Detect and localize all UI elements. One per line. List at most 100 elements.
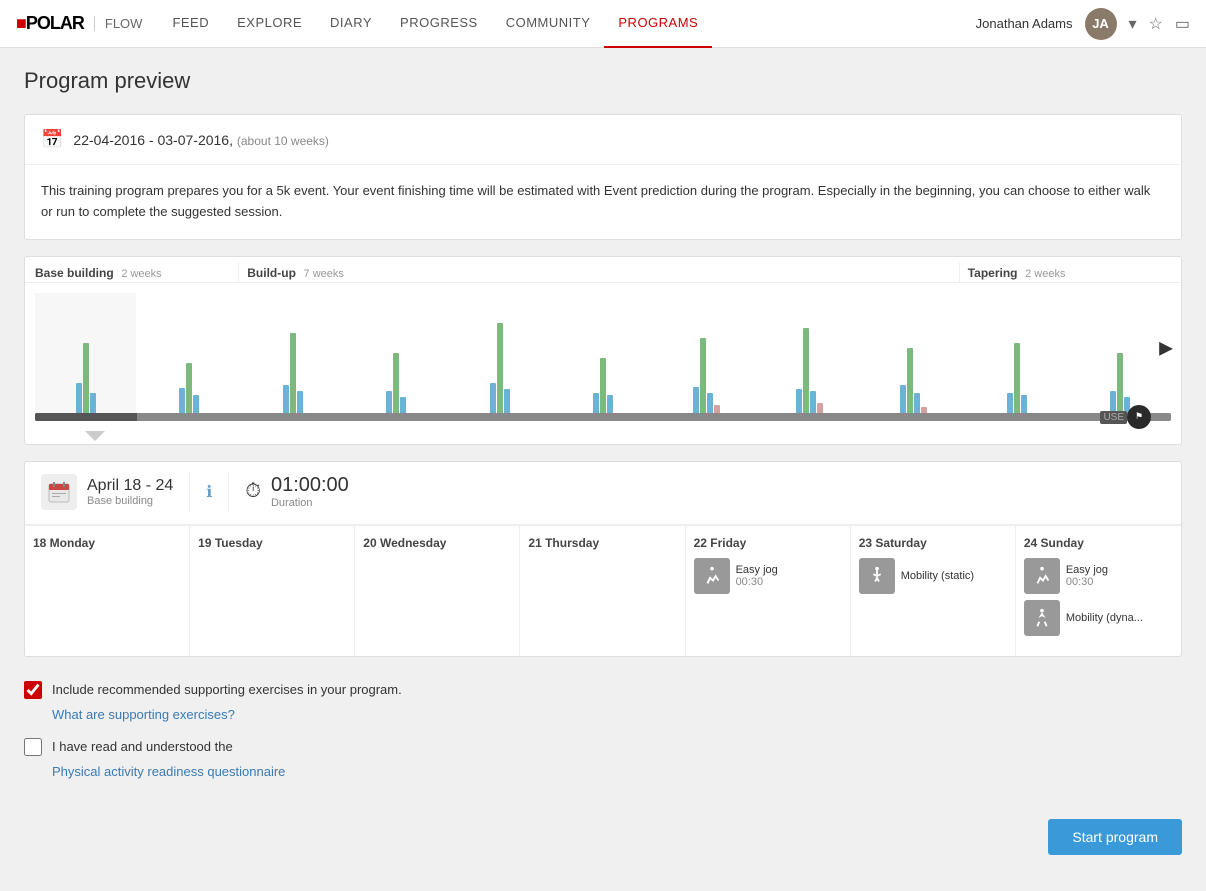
week-info: April 18 - 24 Base building xyxy=(87,477,173,507)
day-wednesday-header: 20 Wednesday xyxy=(363,536,511,550)
supporting-exercises-link-wrapper: What are supporting exercises? xyxy=(24,707,1182,722)
nav-item-community[interactable]: COMMUNITY xyxy=(492,0,605,48)
page-title: Program preview xyxy=(24,68,1182,94)
chart-card: Base building 2 weeks Build-up 7 weeks T… xyxy=(24,256,1182,445)
chart-week-5[interactable] xyxy=(449,293,550,413)
phase-tapering: Tapering 2 weeks xyxy=(959,263,1171,282)
flow-label: FLOW xyxy=(94,16,143,31)
chart-bars-area: ▶ xyxy=(25,283,1181,413)
day-sunday-header: 24 Sunday xyxy=(1024,536,1173,550)
phase-labels: Base building 2 weeks Build-up 7 weeks T… xyxy=(25,257,1181,283)
running-icon xyxy=(701,565,723,587)
dropdown-icon[interactable]: ▾ xyxy=(1129,14,1137,34)
chart-week-3[interactable] xyxy=(242,293,343,413)
nav-item-explore[interactable]: EXPLORE xyxy=(223,0,316,48)
sunday-activity-2-info: Mobility (dyna... xyxy=(1066,612,1143,624)
duration-section: ⏱ 01:00:00 Duration xyxy=(245,474,348,509)
week-divider-2 xyxy=(228,472,229,512)
timeline-wrapper: ⚑ USE xyxy=(25,413,1181,429)
phase-base-name: Base building xyxy=(35,266,114,280)
nav-right: Jonathan Adams JA ▾ ☆ ▭ xyxy=(976,8,1190,40)
supporting-exercises-link[interactable]: What are supporting exercises? xyxy=(52,707,235,722)
bar-blue-2 xyxy=(90,393,96,413)
brand: ■POLAR FLOW xyxy=(16,13,142,34)
running-icon-2 xyxy=(1031,565,1053,587)
user-name: Jonathan Adams xyxy=(976,16,1073,31)
nav-item-diary[interactable]: DIARY xyxy=(316,0,386,48)
chart-week-4[interactable] xyxy=(345,293,446,413)
chart-week-6[interactable] xyxy=(552,293,653,413)
stopwatch-icon: ⏱ xyxy=(245,480,261,503)
info-icon[interactable]: ℹ xyxy=(206,482,212,502)
friday-activity-1[interactable]: Easy jog 00:30 xyxy=(694,558,842,594)
saturday-activity-1-info: Mobility (static) xyxy=(901,570,974,582)
supporting-exercises-checkbox[interactable] xyxy=(24,681,42,699)
day-thursday: 21 Thursday xyxy=(520,526,685,656)
supporting-exercises-label: Include recommended supporting exercises… xyxy=(52,682,402,697)
start-program-button[interactable]: Start program xyxy=(1048,819,1182,855)
day-thursday-header: 21 Thursday xyxy=(528,536,676,550)
bottom-section: Include recommended supporting exercises… xyxy=(24,673,1182,871)
timeline-indicator-icon: ⚑ xyxy=(1135,411,1143,422)
friday-activity-1-thumb xyxy=(694,558,730,594)
phase-base-weeks: 2 weeks xyxy=(121,268,161,280)
day-monday: 18 Monday xyxy=(25,526,190,656)
duration-label: Duration xyxy=(271,497,349,509)
avatar[interactable]: JA xyxy=(1085,8,1117,40)
duration-time: 01:00:00 xyxy=(271,474,349,497)
days-grid: 18 Monday 19 Tuesday 20 Wednesday 21 Thu… xyxy=(25,525,1181,656)
star-icon[interactable]: ☆ xyxy=(1149,14,1163,34)
phase-buildup-name: Build-up xyxy=(247,266,296,280)
nav-item-feed[interactable]: FEED xyxy=(158,0,223,48)
stretch-icon xyxy=(866,565,888,587)
polar-logo: ■POLAR xyxy=(16,13,84,34)
phase-buildup-weeks: 7 weeks xyxy=(304,268,344,280)
nav-item-programs[interactable]: PROGRAMS xyxy=(604,0,712,48)
day-friday-header: 22 Friday xyxy=(694,536,842,550)
readiness-checkbox[interactable] xyxy=(24,738,42,756)
week-calendar-icon xyxy=(41,474,77,510)
dates-header: 📅 22-04-2016 - 03-07-2016, (about 10 wee… xyxy=(25,115,1181,165)
nav-items: FEED EXPLORE DIARY PROGRESS COMMUNITY PR… xyxy=(158,0,975,48)
phase-tapering-weeks: 2 weeks xyxy=(1025,268,1065,280)
week-title: April 18 - 24 xyxy=(87,477,173,495)
chart-week-1[interactable] xyxy=(35,293,136,413)
page-content: Program preview 📅 22-04-2016 - 03-07-201… xyxy=(8,48,1198,891)
checkbox-row-2: I have read and understood the xyxy=(24,738,1182,756)
chart-week-2[interactable] xyxy=(138,293,239,413)
sunday-activity-2[interactable]: Mobility (dyna... xyxy=(1024,600,1173,636)
week-detail-card: April 18 - 24 Base building ℹ ⏱ 01:00:00… xyxy=(24,461,1182,657)
pointer-down-icon xyxy=(85,431,105,441)
bar-green-1 xyxy=(83,343,89,413)
day-monday-header: 18 Monday xyxy=(33,536,181,550)
timeline-progress xyxy=(35,413,137,421)
nav-item-progress[interactable]: PROGRESS xyxy=(386,0,492,48)
chart-pointer-down xyxy=(25,429,1181,444)
chart-week-11[interactable] xyxy=(1070,293,1171,413)
day-saturday-header: 23 Saturday xyxy=(859,536,1007,550)
phase-base: Base building 2 weeks xyxy=(35,263,238,282)
dates-card: 📅 22-04-2016 - 03-07-2016, (about 10 wee… xyxy=(24,114,1182,240)
day-friday: 22 Friday Easy jog 00:30 xyxy=(686,526,851,656)
chart-next-button[interactable]: ▶ xyxy=(1159,337,1173,358)
chart-week-8[interactable] xyxy=(759,293,860,413)
phase-tapering-name: Tapering xyxy=(968,266,1018,280)
chart-week-9[interactable] xyxy=(863,293,964,413)
timeline-track: ⚑ USE xyxy=(35,413,1171,421)
sunday-activity-1[interactable]: Easy jog 00:30 xyxy=(1024,558,1173,594)
bar-blue-1 xyxy=(76,383,82,413)
sunday-activity-2-thumb xyxy=(1024,600,1060,636)
week-divider-1 xyxy=(189,472,190,512)
friday-activity-1-info: Easy jog 00:30 xyxy=(736,564,778,588)
week-subtitle: Base building xyxy=(87,495,173,507)
calendar-icon: 📅 xyxy=(41,129,63,150)
readiness-link[interactable]: Physical activity readiness questionnair… xyxy=(52,764,285,779)
chat-icon[interactable]: ▭ xyxy=(1175,14,1190,34)
saturday-activity-1[interactable]: Mobility (static) xyxy=(859,558,1007,594)
timeline-label: USE xyxy=(1100,411,1127,424)
chart-week-10[interactable] xyxy=(966,293,1067,413)
calendar-svg xyxy=(47,480,71,504)
chart-week-7[interactable] xyxy=(656,293,757,413)
sunday-activity-1-info: Easy jog 00:30 xyxy=(1066,564,1108,588)
day-wednesday: 20 Wednesday xyxy=(355,526,520,656)
